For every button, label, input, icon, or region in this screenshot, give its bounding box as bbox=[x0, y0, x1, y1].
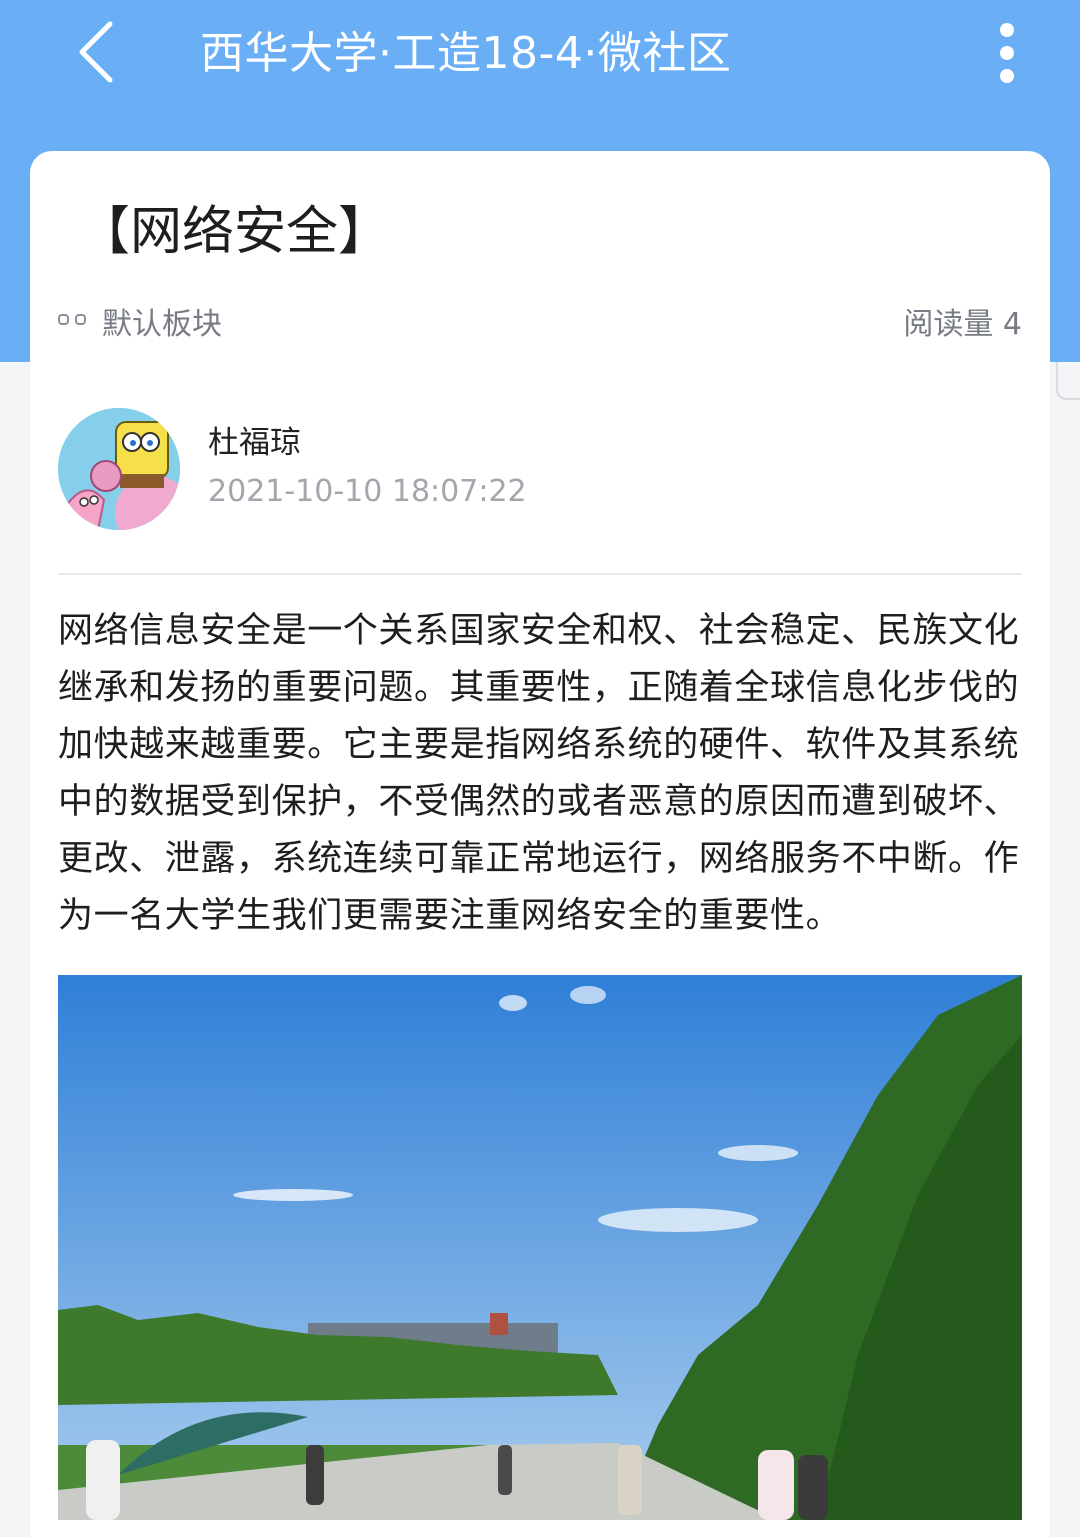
divider bbox=[58, 573, 1022, 575]
post-timestamp: 2021-10-10 18:07:22 bbox=[208, 474, 527, 509]
top-bar: 西华大学·工造18-4·微社区 bbox=[0, 0, 1080, 110]
read-count: 阅读量 4 bbox=[903, 307, 1022, 342]
post-content: 网络信息安全是一个关系国家安全和权、社会稳定、民族文化继承和发扬的重要问题。其重… bbox=[58, 611, 1020, 936]
post-meta: 默认板块 阅读量 4 bbox=[58, 302, 1022, 348]
board-name[interactable]: 默认板块 bbox=[102, 302, 222, 348]
more-vertical-icon bbox=[1000, 23, 1014, 37]
campus-photo bbox=[58, 975, 1022, 1520]
post-title: 【网络安全】 bbox=[78, 202, 391, 262]
avatar-image bbox=[58, 408, 180, 530]
board-icon bbox=[58, 314, 88, 330]
author-avatar[interactable] bbox=[58, 408, 180, 530]
back-button[interactable] bbox=[60, 14, 132, 90]
post-photo[interactable] bbox=[58, 975, 1022, 1520]
more-options-button[interactable] bbox=[984, 18, 1030, 88]
chevron-left-icon bbox=[79, 21, 113, 83]
side-pull-tab[interactable] bbox=[1056, 362, 1080, 400]
page-title: 西华大学·工造18-4·微社区 bbox=[200, 28, 732, 79]
author-name[interactable]: 杜福琼 bbox=[208, 420, 301, 466]
